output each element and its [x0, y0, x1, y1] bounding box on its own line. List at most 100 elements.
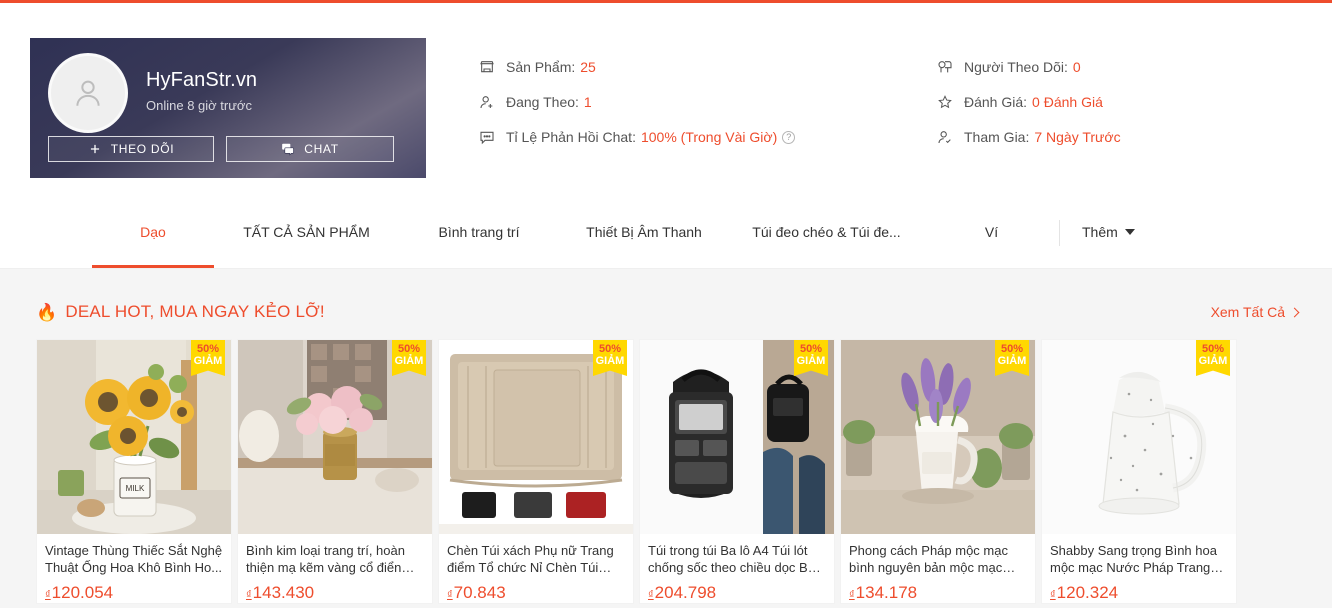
stat-chat-response[interactable]: Tỉ Lệ Phản Hồi Chat: 100% (Trong Vài Giờ… — [478, 128, 928, 146]
currency-symbol: ₫ — [447, 589, 453, 601]
stat-followers-label: Người Theo Dõi: — [964, 59, 1068, 75]
person-add-icon — [478, 94, 495, 111]
deal-title-text: DEAL HOT, MUA NGAY KẺO LỠ! — [65, 302, 325, 321]
stat-followers[interactable]: Người Theo Dõi: 0 — [936, 58, 1302, 76]
stat-chat-response-label: Tỉ Lệ Phản Hồi Chat: — [506, 129, 636, 145]
product-card[interactable]: 50% GIẢM Túi trong túi Ba lô A4 Túi lót … — [639, 339, 835, 604]
product-name: Vintage Thùng Thiếc Sắt Nghệ Thuật Ống H… — [45, 543, 223, 575]
stat-products[interactable]: Sản Phẩm: 25 — [478, 58, 928, 76]
discount-label: GIẢM — [193, 355, 223, 367]
tab-vi-label: Ví — [984, 224, 999, 240]
currency-symbol: ₫ — [246, 589, 252, 601]
product-image: 50% GIẢM — [640, 340, 834, 534]
tab-dao[interactable]: Dạo — [92, 196, 214, 268]
product-card[interactable]: 50% GIẢM Bình kim loại trang trí, hoàn t… — [237, 339, 433, 604]
shop-nav-bar: Dạo TẤT CẢ SẢN PHẨM Bình trang trí Thiết… — [0, 196, 1332, 269]
product-card[interactable]: MILK 50% GIẢM Vintage Thùng Thiếc Sắt Ng… — [36, 339, 232, 604]
tab-vi[interactable]: Ví — [924, 196, 1059, 268]
product-image: 50% GIẢM — [841, 340, 1035, 534]
followers-icon — [936, 59, 953, 76]
product-card[interactable]: 50% GIẢM Chèn Túi xách Phụ nữ Trang điểm… — [438, 339, 634, 604]
product-name: Shabby Sang trọng Bình hoa mộc mạc Nước … — [1050, 543, 1217, 575]
discount-label: GIẢM — [394, 355, 424, 367]
product-price: ₫ 120.324 — [1050, 583, 1228, 603]
chat-bubble-icon — [282, 143, 295, 156]
shop-online-status: Online 8 giờ trước — [146, 97, 252, 113]
shop-profile-card[interactable]: HyFanStr.vn Online 8 giờ trước THEO DÕI — [30, 38, 426, 178]
product-price: ₫ 120.054 — [45, 583, 223, 603]
tab-more[interactable]: Thêm — [1060, 196, 1135, 268]
stat-following-label: Đang Theo: — [506, 94, 579, 110]
shop-avatar — [48, 53, 128, 133]
stat-products-label: Sản Phẩm: — [506, 59, 576, 75]
shop-header: HyFanStr.vn Online 8 giờ trước THEO DÕI — [0, 3, 1332, 196]
chat-button[interactable]: CHAT — [226, 136, 394, 162]
currency-symbol: ₫ — [648, 589, 654, 601]
stats-column-left: Sản Phẩm: 25 Đang Theo: 1 Tỉ Lệ Phản Hồi… — [478, 58, 928, 146]
discount-label: GIẢM — [997, 355, 1027, 367]
tab-tui-deo-cheo[interactable]: Túi đeo chéo & Túi đe... — [729, 196, 924, 268]
stat-joined[interactable]: Tham Gia: 7 Ngày Trước — [936, 128, 1302, 146]
product-image: 50% GIẢM — [439, 340, 633, 534]
product-price: ₫ 70.843 — [447, 583, 625, 603]
price-value: 204.798 — [654, 583, 717, 602]
see-all-label: Xem Tất Cả — [1210, 304, 1285, 320]
tab-more-label: Thêm — [1082, 224, 1118, 240]
stat-rating-label: Đánh Giá: — [964, 94, 1028, 110]
flame-icon: 🔥 — [36, 302, 58, 322]
chat-button-label: CHAT — [304, 142, 339, 156]
follow-button-label: THEO DÕI — [110, 142, 175, 156]
product-image: MILK 50% GIẢM — [37, 340, 231, 534]
tab-binh-trang-tri-label: Bình trang trí — [438, 224, 520, 240]
tab-thiet-bi-am-thanh-label: Thiết Bị Âm Thanh — [586, 224, 702, 240]
stat-products-value: 25 — [580, 59, 596, 75]
person-check-icon — [936, 129, 953, 146]
discount-label: GIẢM — [1198, 355, 1228, 367]
product-card[interactable]: 50% GIẢM Shabby Sang trọng Bình hoa mộc … — [1041, 339, 1237, 604]
tab-thiet-bi-am-thanh[interactable]: Thiết Bị Âm Thanh — [559, 196, 729, 268]
price-value: 70.843 — [453, 583, 506, 602]
product-price: ₫ 204.798 — [648, 583, 826, 603]
shop-icon — [478, 59, 495, 76]
tab-tui-deo-cheo-label: Túi đeo chéo & Túi đe... — [752, 224, 901, 240]
product-image: 50% GIẢM — [1042, 340, 1236, 534]
deal-hot-section: 🔥 DEAL HOT, MUA NGAY KẺO LỠ! Xem Tất Cả — [30, 269, 1302, 604]
product-name: Chèn Túi xách Phụ nữ Trang điểm Tổ chức … — [447, 543, 614, 575]
follow-button[interactable]: THEO DÕI — [48, 136, 214, 162]
stat-joined-label: Tham Gia: — [964, 129, 1030, 145]
price-value: 120.324 — [1056, 583, 1119, 602]
shop-stats: Sản Phẩm: 25 Đang Theo: 1 Tỉ Lệ Phản Hồi… — [426, 38, 1302, 146]
stat-rating[interactable]: Đánh Giá: 0 Đánh Giá — [936, 93, 1302, 111]
product-name: Phong cách Pháp mộc mạc bình nguyên bản … — [849, 543, 1008, 575]
currency-symbol: ₫ — [1050, 589, 1056, 601]
product-price: ₫ 143.430 — [246, 583, 424, 603]
price-value: 134.178 — [855, 583, 918, 602]
svg-text:MILK: MILK — [126, 484, 145, 493]
tab-binh-trang-tri[interactable]: Bình trang trí — [399, 196, 559, 268]
tab-all-products[interactable]: TẤT CẢ SẢN PHẨM — [214, 196, 399, 268]
help-icon[interactable]: ? — [782, 130, 796, 144]
product-price: ₫ 134.178 — [849, 583, 1027, 603]
discount-label: GIẢM — [595, 355, 625, 367]
chevron-down-icon — [1124, 229, 1135, 235]
stat-chat-response-value: 100% (Trong Vài Giờ) — [640, 129, 778, 145]
deal-header: 🔥 DEAL HOT, MUA NGAY KẺO LỠ! Xem Tất Cả — [30, 295, 1302, 329]
chat-bubble-icon — [478, 129, 495, 146]
see-all-link[interactable]: Xem Tất Cả — [1210, 304, 1300, 320]
stat-rating-value: 0 Đánh Giá — [1032, 94, 1103, 110]
price-value: 120.054 — [51, 583, 114, 602]
star-icon — [936, 94, 953, 111]
product-image: 50% GIẢM — [238, 340, 432, 534]
tab-dao-label: Dạo — [140, 224, 166, 240]
discount-label: GIẢM — [796, 355, 826, 367]
chevron-right-icon — [1289, 307, 1300, 317]
user-avatar-icon — [76, 80, 100, 106]
price-value: 143.430 — [252, 583, 315, 602]
product-list: MILK 50% GIẢM Vintage Thùng Thiếc Sắt Ng… — [30, 339, 1302, 604]
stat-following[interactable]: Đang Theo: 1 — [478, 93, 928, 111]
currency-symbol: ₫ — [849, 589, 855, 601]
product-name: Bình kim loại trang trí, hoàn thiện mạ k… — [246, 543, 405, 575]
stats-column-right: Người Theo Dõi: 0 Đánh Giá: 0 Đánh Giá T… — [928, 58, 1302, 146]
product-card[interactable]: 50% GIẢM Phong cách Pháp mộc mạc bình ng… — [840, 339, 1036, 604]
tab-all-products-label: TẤT CẢ SẢN PHẨM — [243, 224, 370, 240]
